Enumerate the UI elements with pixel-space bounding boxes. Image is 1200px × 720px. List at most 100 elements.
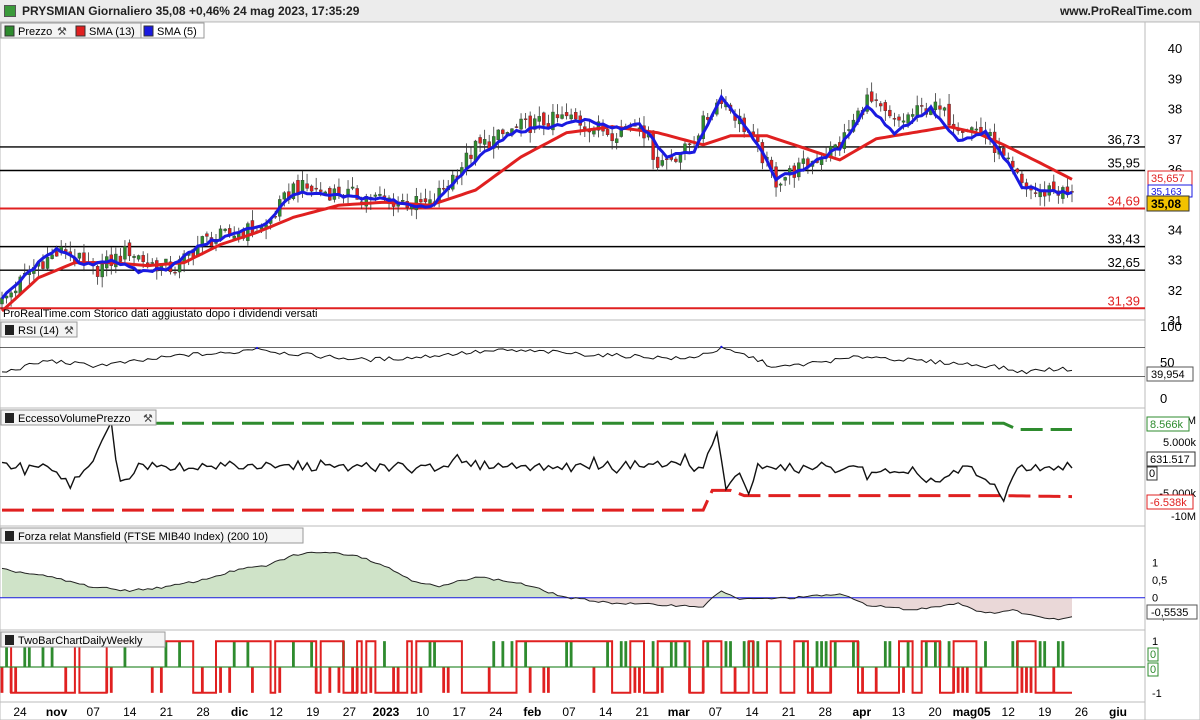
- legend-twobar[interactable]: TwoBarChartDailyWeekly: [0, 631, 166, 648]
- twobar-bar-84: [383, 641, 386, 667]
- candle-208: [947, 103, 951, 125]
- candle-12: [54, 251, 59, 257]
- sma5-swatch: [143, 25, 154, 37]
- twobar-bar-210: [956, 667, 960, 693]
- twobar-bar-147: [669, 641, 673, 667]
- twobar-bar-48: [219, 667, 222, 693]
- candle-69: [314, 187, 318, 190]
- twobar-bar-145: [660, 667, 664, 693]
- candle-29: [132, 255, 136, 258]
- candle-77: [350, 186, 355, 189]
- footnote: ProRealTime.com Storico dati aggiustato …: [3, 308, 317, 320]
- twobar-bar-115: [524, 641, 528, 667]
- chart-area[interactable]: 36,73 35,95 34,69 33,43 32,65 31,39 40 39 38 37 3…: [0, 22, 1200, 720]
- twobar-bar-81: [369, 667, 373, 693]
- x-tick-9: 27: [343, 705, 357, 719]
- twobar-bar-160: [729, 641, 732, 667]
- twobar-bar-61: [278, 667, 282, 693]
- candle-200: [910, 114, 915, 117]
- candle-21: [95, 266, 100, 277]
- twobar-bar-183: [833, 641, 837, 667]
- twobar-bar-39: [178, 641, 181, 667]
- x-tick-24: 13: [892, 705, 906, 719]
- twobar-bar-0: [0, 667, 4, 693]
- level-label-1: 35,95: [1107, 155, 1140, 170]
- vol-main-last: 631.517: [1150, 454, 1190, 466]
- twobar-bar-199: [906, 641, 910, 667]
- candle-28: [127, 242, 132, 257]
- wrench-icon[interactable]: ⚒: [57, 26, 67, 38]
- twobar-bar-110: [501, 641, 505, 667]
- candle-198: [901, 120, 906, 123]
- twobar-bar-229: [1043, 641, 1047, 667]
- legend-price[interactable]: Prezzo ⚒ SMA (13) SMA (5): [0, 22, 197, 39]
- candle-205: [933, 101, 938, 111]
- twobar-bar-125: [569, 641, 573, 667]
- x-tick-15: 07: [562, 705, 576, 719]
- candle-106: [482, 139, 487, 145]
- candle-228: [1038, 191, 1042, 198]
- legend-mansfield[interactable]: Forza relat Mansfield (FTSE MIB40 Index)…: [0, 527, 304, 544]
- mansfield-tick-0: 1: [1152, 557, 1158, 569]
- twobar-bar-54: [246, 641, 250, 667]
- volume-swatch: [5, 413, 14, 423]
- candle-67: [305, 183, 309, 189]
- volume-tick-3: -10M: [1171, 511, 1196, 523]
- candle-66: [300, 180, 305, 192]
- twobar-bar-51: [232, 641, 236, 667]
- twobar-bar-87: [396, 667, 400, 693]
- level-label-0: 36,73: [1107, 132, 1140, 147]
- candle-10: [45, 256, 50, 269]
- vol-lower-last: -6.538k: [1150, 497, 1187, 509]
- mansfield-swatch: [5, 531, 14, 541]
- twobar-bar-112: [510, 641, 514, 667]
- mansfield-tick-1: 0,5: [1152, 575, 1167, 587]
- twobar-bar-231: [1052, 667, 1056, 693]
- twobar-bar-137: [624, 641, 628, 667]
- candle-202: [920, 105, 924, 107]
- twobar-bar-150: [683, 641, 687, 667]
- x-tick-16: 14: [599, 705, 613, 719]
- candle-148: [674, 158, 678, 162]
- sma13-last: 35,657: [1151, 173, 1185, 185]
- twobar-bar-181: [824, 641, 828, 667]
- candle-92: [419, 199, 423, 203]
- twobar-bar-216: [984, 641, 987, 667]
- candle-33: [150, 262, 154, 264]
- twobar-bar-74: [337, 667, 341, 693]
- site-link[interactable]: www.ProRealTime.com: [1060, 4, 1192, 18]
- legend-volume[interactable]: EccessoVolumePrezzo ⚒: [0, 409, 157, 426]
- x-tick-27: 12: [1002, 705, 1016, 719]
- candle-113: [514, 126, 519, 128]
- volume-panel[interactable]: [0, 407, 1146, 527]
- candle-126: [574, 112, 578, 120]
- candle-151: [687, 143, 692, 145]
- candle-70: [319, 189, 323, 192]
- twobar-bar-166: [756, 641, 760, 667]
- wrench-icon[interactable]: ⚒: [64, 325, 74, 337]
- twobar-bar-203: [924, 641, 928, 667]
- twobar-bar-161: [733, 667, 737, 693]
- candle-176: [801, 158, 806, 164]
- x-tick-11: 10: [416, 705, 430, 719]
- candle-223: [1015, 168, 1020, 173]
- legend-sma13-label: SMA (13): [89, 26, 135, 38]
- candle-114: [519, 118, 523, 130]
- x-tick-29: 26: [1075, 705, 1089, 719]
- level-label-3: 33,43: [1107, 232, 1140, 247]
- level-label-5: 31,39: [1107, 293, 1140, 308]
- twobar-bar-228: [1038, 641, 1042, 667]
- legend-rsi[interactable]: RSI (14) ⚒: [0, 321, 78, 338]
- candle-83: [378, 193, 382, 196]
- mansfield-last: -0,5535: [1151, 607, 1188, 619]
- wrench-icon[interactable]: ⚒: [143, 413, 153, 425]
- x-tick-30: giu: [1109, 705, 1127, 719]
- x-tick-7: 12: [270, 705, 284, 719]
- candle-11: [50, 254, 54, 259]
- twobar-bar-77: [351, 667, 354, 693]
- rsi-tick-0: 100: [1160, 319, 1182, 334]
- twobar-bar-226: [1029, 667, 1033, 693]
- candle-97: [441, 188, 446, 190]
- x-tick-0: 24: [13, 705, 27, 719]
- rsi-panel[interactable]: [0, 319, 1146, 409]
